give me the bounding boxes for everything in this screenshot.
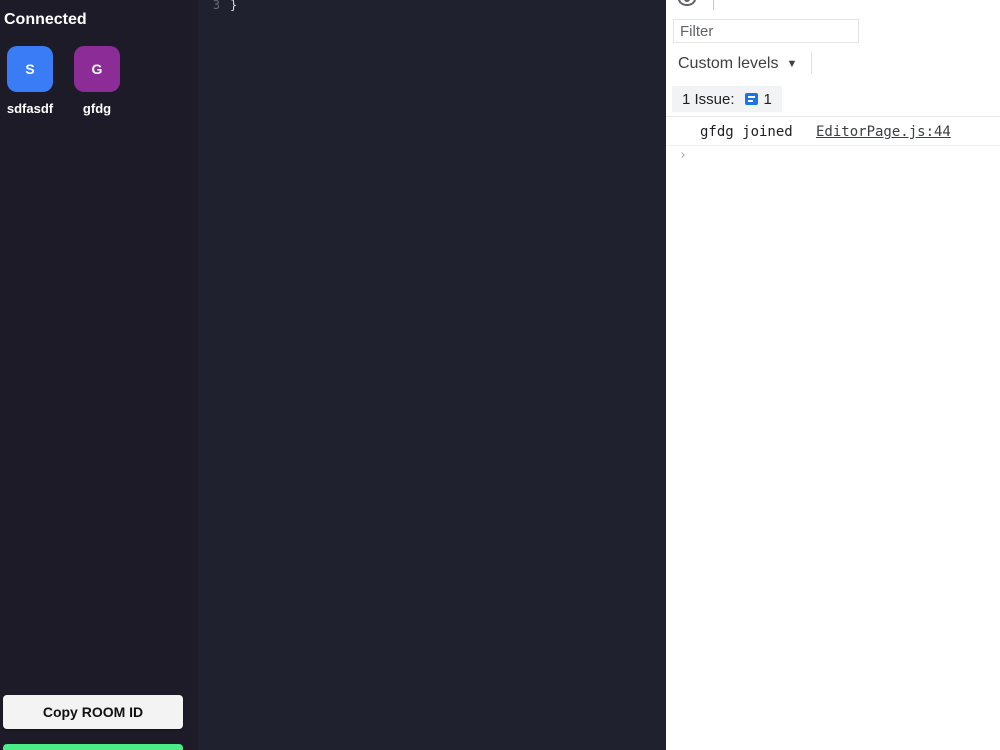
filter-input[interactable] bbox=[673, 19, 859, 43]
client-name: sdfasdf bbox=[6, 101, 54, 116]
log-levels-label: Custom levels bbox=[678, 55, 779, 72]
code-text: } bbox=[230, 0, 238, 12]
console-log-row: gfdg joined EditorPage.js:44 bbox=[666, 121, 1000, 146]
line-number: 3 bbox=[212, 0, 220, 12]
eye-icon[interactable] bbox=[678, 0, 696, 6]
code-editor[interactable]: 3} bbox=[198, 0, 666, 750]
client-gfdg: G gfdg bbox=[62, 46, 132, 116]
connected-heading: Connected bbox=[4, 11, 87, 28]
issues-count: 1 bbox=[763, 90, 772, 108]
log-levels-dropdown[interactable]: Custom levels ▼ bbox=[678, 55, 797, 73]
avatar: G bbox=[74, 46, 120, 92]
code-line: 3} bbox=[198, 0, 237, 12]
sidebar: Connected S sdfasdf G gfdg Copy ROOM ID bbox=[0, 0, 198, 750]
devtools-console-panel: Custom levels ▼ 1 Issue: 1 gfdg joined E… bbox=[666, 0, 1000, 750]
dropdown-arrow-icon: ▼ bbox=[786, 58, 798, 70]
devtools-top-toolbar bbox=[666, 0, 1000, 12]
avatar: S bbox=[7, 46, 53, 92]
issues-button[interactable]: 1 Issue: 1 bbox=[672, 86, 782, 112]
toolbar-separator bbox=[666, 116, 1000, 117]
log-source-link[interactable]: EditorPage.js:44 bbox=[816, 124, 951, 140]
leave-button[interactable] bbox=[3, 744, 183, 750]
client-name: gfdg bbox=[82, 101, 112, 116]
toolbar-divider bbox=[713, 0, 714, 10]
console-prompt[interactable]: › bbox=[679, 148, 687, 163]
issues-label: 1 Issue: bbox=[682, 90, 735, 108]
app-window: Connected S sdfasdf G gfdg Copy ROOM ID … bbox=[0, 0, 1000, 750]
client-sdfasdf: S sdfasdf bbox=[0, 46, 65, 116]
log-message: gfdg joined bbox=[700, 124, 793, 140]
message-icon bbox=[744, 93, 758, 105]
toolbar-divider bbox=[811, 52, 812, 74]
prompt-chevron-icon: › bbox=[679, 148, 687, 163]
copy-room-id-button[interactable]: Copy ROOM ID bbox=[3, 695, 183, 729]
